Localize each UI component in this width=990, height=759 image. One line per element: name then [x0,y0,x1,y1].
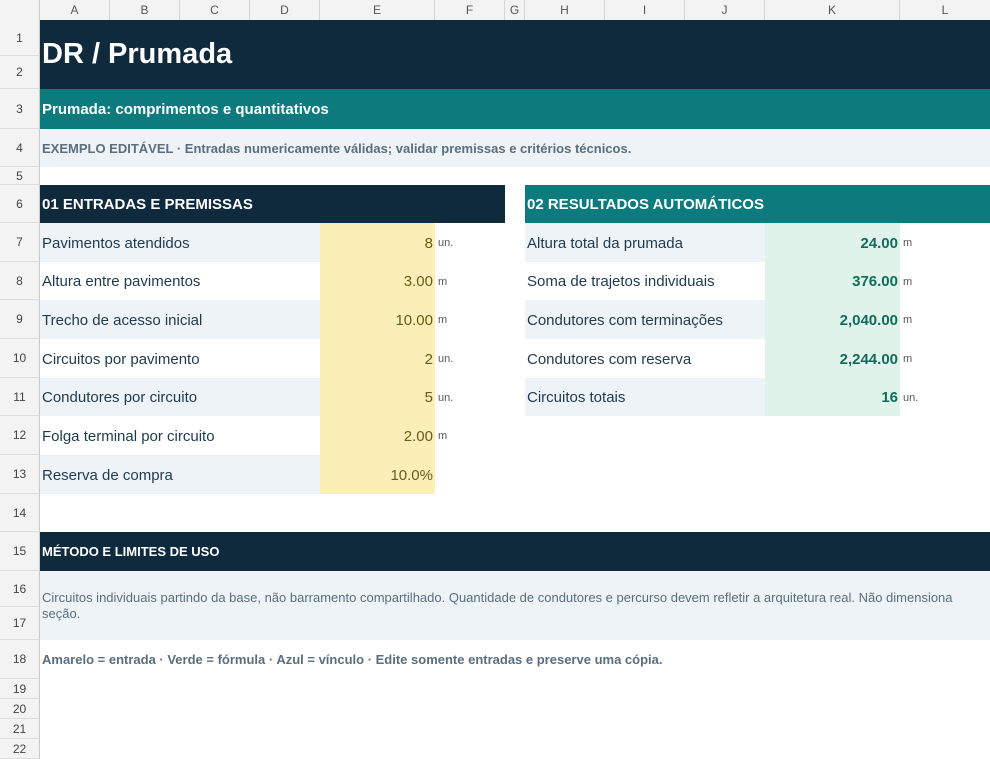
input-value-condutores-circuito[interactable]: 5 [320,378,433,416]
row-header-22[interactable]: 22 [0,739,40,759]
column-header-l[interactable]: L [900,0,990,20]
row-header-14[interactable]: 14 [0,494,40,532]
row-header-18[interactable]: 18 [0,640,40,679]
result-unit-soma-trajetos: m [903,276,913,288]
result-value-soma-trajetos[interactable]: 376.00 [765,262,898,300]
method-heading[interactable]: MÉTODO E LIMITES DE USO [42,532,219,571]
row-header-15[interactable]: 15 [0,532,40,571]
row-header-19[interactable]: 19 [0,679,40,699]
result-unit-condutores-terminacoes: m [903,314,913,326]
row-header-20[interactable]: 20 [0,699,40,719]
row-header-3[interactable]: 3 [0,89,40,129]
input-unit-pavimentos: un. [438,237,454,249]
input-label-folga-terminal[interactable]: Folga terminal por circuito [42,416,215,455]
column-header-b[interactable]: B [110,0,180,20]
result-label-condutores-reserva[interactable]: Condutores com reserva [527,339,691,378]
result-value-altura-total[interactable]: 24.00 [765,223,898,262]
column-header-e[interactable]: E [320,0,435,20]
column-header-h[interactable]: H [525,0,605,20]
inputs-heading[interactable]: 01 ENTRADAS E PREMISSAS [42,185,253,223]
row-header-17[interactable]: 17 [0,607,40,640]
input-label-circuitos-pavimento[interactable]: Circuitos por pavimento [42,339,200,378]
row-header-13[interactable]: 13 [0,455,40,494]
input-value-folga-terminal[interactable]: 2.00 [320,416,433,455]
result-value-condutores-terminacoes[interactable]: 2,040.00 [765,300,898,339]
input-unit-altura-entre-pavimentos: m [438,276,448,288]
result-label-condutores-terminacoes[interactable]: Condutores com terminações [527,300,723,339]
input-label-trecho-acesso[interactable]: Trecho de acesso inicial [42,300,202,339]
result-label-soma-trajetos[interactable]: Soma de trajetos individuais [527,262,715,300]
row-header-16[interactable]: 16 [0,571,40,607]
column-header-a[interactable]: A [40,0,110,20]
result-value-circuitos-totais[interactable]: 16 [765,378,898,416]
column-header-j[interactable]: J [685,0,765,20]
input-label-condutores-circuito[interactable]: Condutores por circuito [42,378,197,416]
column-header-f[interactable]: F [435,0,505,20]
row-header-11[interactable]: 11 [0,378,40,416]
result-unit-altura-total: m [903,237,913,249]
page-subtitle[interactable]: Prumada: comprimentos e quantitativos [42,89,329,129]
row-header-8[interactable]: 8 [0,262,40,300]
input-value-altura-entre-pavimentos[interactable]: 3.00 [320,262,433,300]
column-header-d[interactable]: D [250,0,320,20]
input-unit-folga-terminal: m [438,430,448,442]
input-value-reserva-compra[interactable]: 10.0% [320,455,433,494]
method-text[interactable]: Circuitos individuais partindo da base, … [42,590,986,622]
example-note[interactable]: EXEMPLO EDITÁVEL · Entradas numericament… [42,129,631,167]
row-header-5[interactable]: 5 [0,167,40,185]
column-header-c[interactable]: C [180,0,250,20]
color-legend[interactable]: Amarelo = entrada · Verde = fórmula · Az… [42,640,662,679]
row-header-6[interactable]: 6 [0,185,40,223]
select-all-corner[interactable] [0,0,40,20]
row-header-4[interactable]: 4 [0,129,40,167]
row-header-1[interactable]: 1 [0,20,40,56]
result-value-condutores-reserva[interactable]: 2,244.00 [765,339,898,378]
column-header-g[interactable]: G [505,0,525,20]
result-label-altura-total[interactable]: Altura total da prumada [527,223,683,262]
row-header-21[interactable]: 21 [0,719,40,739]
result-label-circuitos-totais[interactable]: Circuitos totais [527,378,625,416]
input-label-altura-entre-pavimentos[interactable]: Altura entre pavimentos [42,262,200,300]
input-unit-circuitos-pavimento: un. [438,353,454,365]
input-unit-trecho-acesso: m [438,314,448,326]
row-header-10[interactable]: 10 [0,339,40,378]
input-label-pavimentos[interactable]: Pavimentos atendidos [42,223,190,262]
result-unit-circuitos-totais: un. [903,392,919,404]
result-unit-condutores-reserva: m [903,353,913,365]
row-header-9[interactable]: 9 [0,300,40,339]
column-header-i[interactable]: I [605,0,685,20]
input-label-reserva-compra[interactable]: Reserva de compra [42,455,173,494]
row-header-2[interactable]: 2 [0,56,40,89]
input-value-circuitos-pavimento[interactable]: 2 [320,339,433,378]
input-value-trecho-acesso[interactable]: 10.00 [320,300,433,339]
row-header-12[interactable]: 12 [0,416,40,455]
input-value-pavimentos[interactable]: 8 [320,223,433,262]
column-header-k[interactable]: K [765,0,900,20]
column-header-bar: A B C D E F G H I J K L [0,0,990,21]
results-heading[interactable]: 02 RESULTADOS AUTOMÁTICOS [527,185,764,223]
row-header-7[interactable]: 7 [0,223,40,262]
page-title[interactable]: DR / Prumada [42,20,232,89]
input-unit-condutores-circuito: un. [438,392,454,404]
